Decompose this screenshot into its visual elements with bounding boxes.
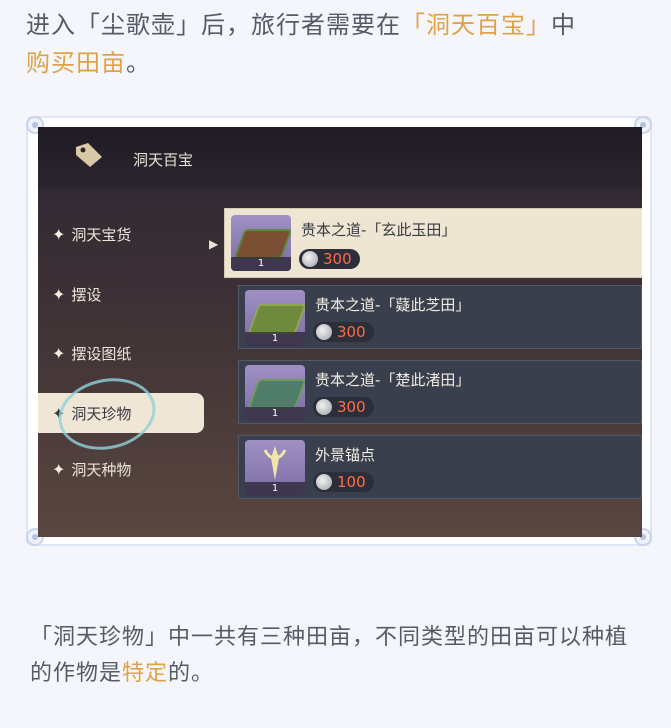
nav-label: 摆设图纸	[71, 345, 132, 363]
item-quantity: 1	[245, 482, 305, 496]
price-tag-icon	[76, 143, 102, 167]
waypoint-anchor-icon	[263, 446, 287, 480]
coin-icon	[302, 251, 318, 267]
nav-label: 洞天宝货	[71, 226, 132, 244]
item-quantity: 1	[245, 407, 305, 421]
outro-text-2: 的。	[168, 661, 215, 686]
shop-item-herb-field[interactable]: 1 贵本之道-「薿此芝田」 300	[238, 285, 642, 349]
shop-item-jade-field[interactable]: 1 贵本之道-「玄此玉田」 300	[224, 208, 642, 278]
item-price: 300	[313, 397, 374, 417]
nav-item-furnishings[interactable]: ✦ 摆设	[52, 284, 101, 305]
coin-icon	[316, 474, 332, 490]
screenshot-frame: 洞天百宝 ✦ 洞天宝货 ▶ ✦ 摆设 ✦ 摆设图纸 ✦ 洞天珍物 ✦ 洞天种物 1 贵本之…	[26, 116, 652, 546]
shop-item-waypoint[interactable]: 1 外景锚点 100	[238, 435, 642, 499]
item-name: 贵本之道-「玄此玉田」	[301, 221, 457, 239]
nav-item-treasures[interactable]: ✦ 洞天宝货	[52, 224, 131, 245]
nav-label: 摆设	[71, 286, 102, 304]
intro-highlight-buy: 购买田亩	[26, 49, 126, 77]
selected-arrow-icon: ▶	[209, 237, 219, 251]
shop-item-water-field[interactable]: 1 贵本之道-「楚此渚田」 300	[238, 360, 642, 424]
jade-field-thumbnail: 1	[231, 215, 291, 271]
nav-item-blueprints[interactable]: ✦ 摆设图纸	[52, 343, 131, 364]
outro-text-1: 「洞天珍物」中一共有三种田亩，不同类型的田亩可以种植的作物是	[30, 625, 629, 686]
waypoint-thumbnail: 1	[245, 440, 305, 496]
star-icon: ✦	[52, 225, 66, 244]
game-shop-screenshot: 洞天百宝 ✦ 洞天宝货 ▶ ✦ 摆设 ✦ 摆设图纸 ✦ 洞天珍物 ✦ 洞天种物 1 贵本之…	[38, 127, 642, 537]
intro-text-1: 进入「尘歌壶」后，旅行者需要在	[26, 11, 401, 39]
nav-label: 洞天种物	[71, 461, 132, 479]
item-quantity: 1	[245, 332, 305, 346]
item-name: 贵本之道-「楚此渚田」	[315, 371, 471, 389]
item-name: 外景锚点	[315, 446, 376, 464]
outro-paragraph: 「洞天珍物」中一共有三种田亩，不同类型的田亩可以种植的作物是特定的。	[30, 620, 650, 692]
herb-field-thumbnail: 1	[245, 290, 305, 346]
item-price: 300	[299, 249, 360, 269]
outro-highlight: 特定	[122, 661, 169, 686]
star-icon: ✦	[52, 285, 66, 304]
nav-item-seeds[interactable]: ✦ 洞天种物	[52, 459, 131, 480]
highlight-circle	[51, 369, 163, 459]
star-icon: ✦	[52, 460, 66, 479]
intro-highlight-shop: 「洞天百宝」	[401, 11, 551, 39]
coin-icon	[316, 399, 332, 415]
item-name: 贵本之道-「薿此芝田」	[315, 296, 471, 314]
item-price: 300	[313, 322, 374, 342]
coin-icon	[316, 324, 332, 340]
water-field-thumbnail: 1	[245, 365, 305, 421]
item-price: 100	[313, 472, 374, 492]
shop-header: 洞天百宝	[38, 127, 642, 189]
star-icon: ✦	[52, 344, 66, 363]
intro-text-2: 中	[551, 11, 576, 39]
intro-text-3: 。	[126, 49, 151, 77]
intro-paragraph: 进入「尘歌壶」后，旅行者需要在「洞天百宝」中购买田亩。	[26, 6, 646, 82]
shop-title: 洞天百宝	[133, 151, 194, 169]
item-quantity: 1	[231, 257, 291, 271]
